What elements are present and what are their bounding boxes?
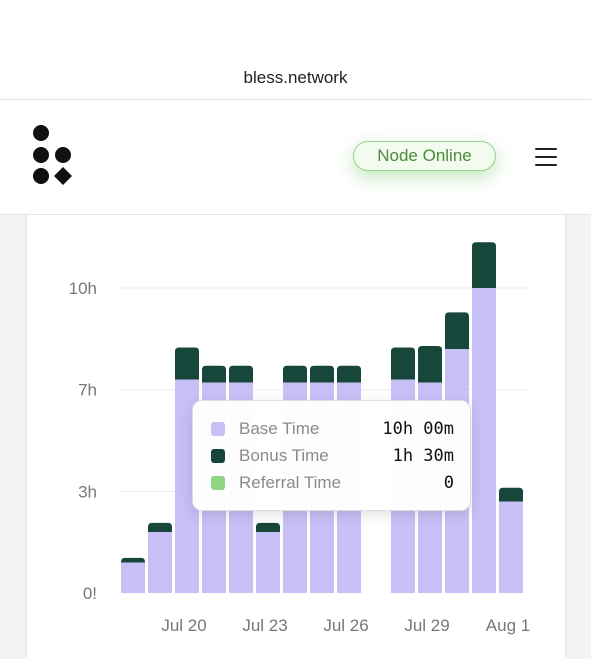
x-axis-ticks: Jul 20 Jul 23 Jul 26 Jul 29 Aug 1 [161,616,530,635]
bar-bonus-time[interactable] [310,365,334,383]
bar-bonus-time[interactable] [499,487,523,502]
chart-tooltip: Base Time 10h 00m Bonus Time 1h 30m Refe… [192,400,471,511]
tooltip-label: Bonus Time [239,446,329,465]
bar-bonus-time[interactable] [202,365,226,383]
time-chart: 0! 3h 7h 10h Jul 20 Jul 23 Jul 26 Jul 29 Aug 1 [69,242,530,635]
bonus-time-swatch [211,449,225,463]
bar-bonus-time[interactable] [391,347,415,380]
tooltip-value: 10h 00m [382,419,454,439]
bar-base-time[interactable] [121,562,145,594]
bar-bonus-time[interactable] [148,522,172,532]
tooltip-value: 0 [443,473,454,493]
bar-base-time[interactable] [148,532,172,593]
x-tick-label: Jul 20 [161,616,206,635]
bar-base-time[interactable] [499,501,523,594]
x-tick-label: Jul 23 [242,616,287,635]
x-tick-label: Aug 1 [486,616,530,635]
bar-bonus-time[interactable] [283,365,307,383]
bar-base-time[interactable] [256,532,280,593]
tooltip-label: Referral Time [239,473,342,492]
bar-bonus-time[interactable] [418,345,442,383]
tooltip-label: Base Time [239,419,320,438]
y-tick-label: 7h [78,381,97,400]
y-tick-label: 3h [78,482,97,501]
bar-bonus-time[interactable] [175,347,199,380]
y-tick-label: 0! [83,584,97,603]
tooltip-row-bonus: Bonus Time 1h 30m [211,444,454,468]
x-tick-label: Jul 26 [323,616,368,635]
bar-bonus-time[interactable] [256,522,280,532]
y-axis-ticks: 0! 3h 7h 10h [69,279,97,603]
bar-bonus-time[interactable] [472,242,496,288]
bar-bonus-time[interactable] [445,312,469,349]
tooltip-value: 1h 30m [392,446,454,466]
tooltip-row-base: Base Time 10h 00m [211,417,454,441]
x-tick-label: Jul 29 [404,616,449,635]
bar-bonus-time[interactable] [229,365,253,383]
base-time-swatch [211,422,225,436]
tooltip-row-referral: Referral Time 0 [211,471,454,495]
y-tick-label: 10h [69,279,97,298]
bar-bonus-time[interactable] [121,557,145,563]
referral-time-swatch [211,476,225,490]
bar-base-time[interactable] [472,288,496,593]
bar-bonus-time[interactable] [337,365,361,383]
